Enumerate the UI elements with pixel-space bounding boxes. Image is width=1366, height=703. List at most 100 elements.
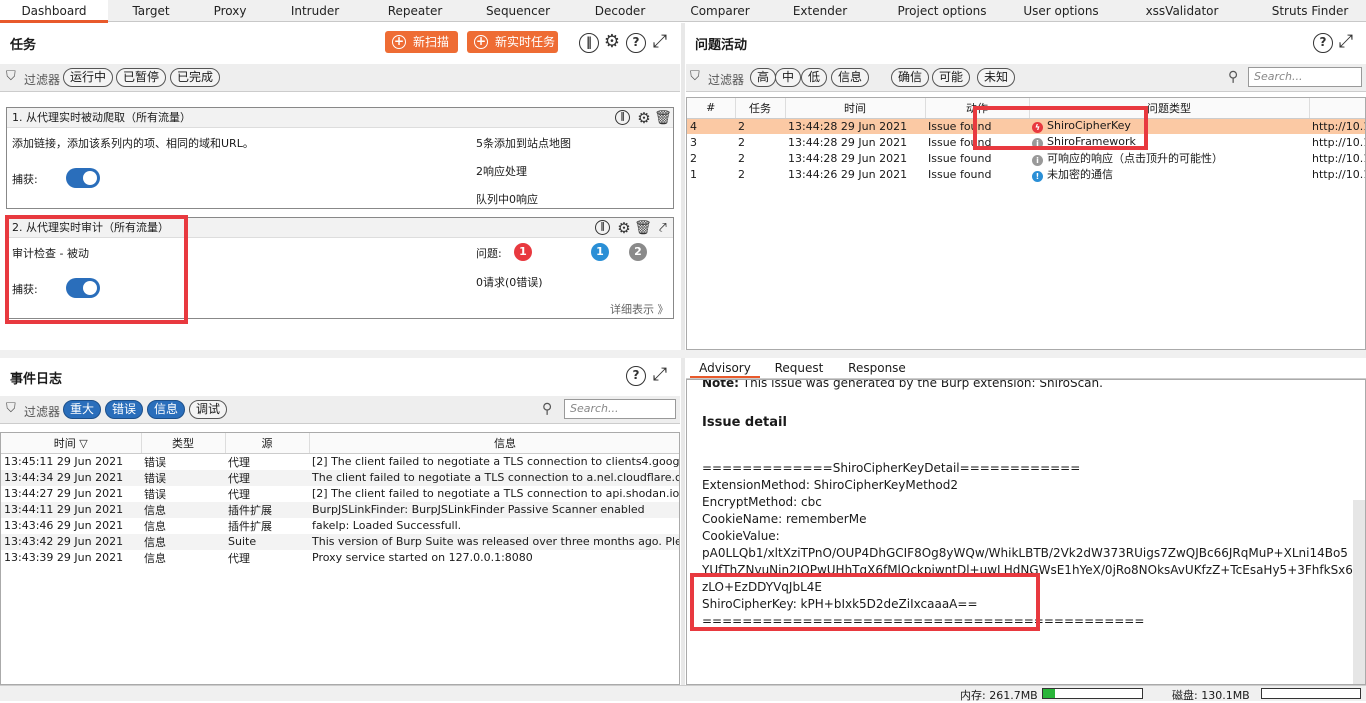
tab-target[interactable]: Target	[108, 0, 194, 22]
event-msg-cell: BurpJSLinkFinder: BurpJSLinkFinder Passi…	[309, 501, 679, 518]
filter-running[interactable]: 运行中	[63, 68, 114, 87]
task-1-capture-toggle[interactable]	[66, 168, 100, 188]
highlight-box-cipherkey	[973, 106, 1148, 150]
event-row[interactable]: 13:43:42 29 Jun 2021 信息 Suite This version …	[1, 533, 679, 550]
highlight-box-task2	[5, 215, 188, 324]
event-row[interactable]: 13:44:27 29 Jun 2021 错误 代理 [2] The client f…	[1, 486, 679, 502]
task-1-description: 添加链接，添加该系列内的项、相同的域和URL。	[12, 137, 254, 150]
issues-col-header[interactable]: #	[687, 98, 736, 119]
pause-icon[interactable]: ‖	[579, 33, 599, 53]
pause-icon[interactable]: ‖	[615, 110, 630, 125]
filter-icon[interactable]: ⛉	[6, 401, 16, 416]
tab-advisory[interactable]: Advisory	[690, 358, 760, 378]
filter-finished[interactable]: 已完成	[170, 68, 221, 87]
help-icon[interactable]: ?	[626, 33, 646, 53]
event-source-cell: 代理	[228, 455, 250, 469]
status-bar: 内存: 261.7MB 磁盘: 130.1MB	[0, 685, 1366, 702]
advisory-scrollbar[interactable]	[1353, 500, 1365, 684]
event-col-header[interactable]: 源	[225, 433, 310, 454]
filter-high[interactable]: 高	[750, 68, 777, 87]
tasks-filter-bar: ⛉ 过滤器 运行中 已暂停 已完成	[0, 64, 680, 92]
highlight-box-cipherkey-value	[690, 573, 1040, 631]
tab-project-options[interactable]: Project options	[870, 0, 1014, 22]
tab-intruder[interactable]: Intruder	[266, 0, 364, 22]
tab-proxy[interactable]: Proxy	[194, 0, 266, 22]
trash-icon[interactable]: 🗑	[633, 218, 653, 238]
filter-low[interactable]: 低	[801, 68, 828, 87]
task-2-details-link[interactable]: 详细表示 》	[610, 301, 669, 317]
filter-info[interactable]: 信息	[831, 68, 870, 87]
issue-row[interactable]: 1 2 13:44:26 29 Jun 2021 Issue found! 未加密的通信…	[687, 166, 1365, 182]
help-icon[interactable]: ?	[1313, 33, 1333, 53]
expand-icon[interactable]: ⤢	[1336, 32, 1356, 52]
issue-count-high[interactable]: 1	[514, 243, 532, 261]
help-icon[interactable]: ?	[626, 366, 646, 386]
event-table-wrap: 时间 ▽ 类型源信息 13:45:11 29 Jun 2021 错误 代理 [2] Th…	[0, 432, 680, 685]
event-header-row: 时间 ▽ 类型源信息	[1, 433, 679, 454]
issues-search-input[interactable]: Search...	[1248, 67, 1362, 87]
filter-icon[interactable]: ⛉	[6, 69, 16, 84]
filter-critical[interactable]: 重大	[63, 400, 102, 419]
event-col-header[interactable]: 时间 ▽	[1, 433, 142, 454]
event-type-cell: 信息	[144, 519, 166, 533]
filter-firm[interactable]: 可能	[932, 68, 971, 87]
new-live-task-button[interactable]: + 新实时任务	[467, 31, 558, 53]
issues-col-header[interactable]: 时间	[785, 98, 926, 119]
filter-info[interactable]: 信息	[147, 400, 186, 419]
plus-icon: +	[392, 34, 406, 49]
tab-sequencer[interactable]: Sequencer	[466, 0, 570, 22]
tab-struts-finder[interactable]: Struts Finder	[1256, 0, 1364, 22]
trash-icon[interactable]: 🗑	[653, 108, 673, 128]
tab-xssvalidator[interactable]: xssValidator	[1108, 0, 1256, 22]
expand-icon[interactable]: ⤢	[650, 32, 670, 52]
event-row[interactable]: 13:43:46 29 Jun 2021 信息 插件扩展 fakeIp: Loaded…	[1, 518, 679, 534]
tab-response[interactable]: Response	[842, 358, 912, 378]
filter-debug[interactable]: 调试	[189, 400, 228, 419]
issues-col-header[interactable]	[1309, 98, 1365, 119]
issue-count-info[interactable]: 1	[591, 243, 609, 261]
task-card-1[interactable]: 1. 从代理实时被动爬取（所有流量） ‖ ⚙ 🗑 添加链接，添加该系列内的项、相…	[6, 107, 674, 209]
gear-icon[interactable]: ⚙	[602, 32, 622, 52]
event-row[interactable]: 13:44:34 29 Jun 2021 错误 代理 The client faile…	[1, 469, 679, 486]
event-col-header[interactable]: 信息	[309, 433, 679, 454]
filter-error[interactable]: 错误	[105, 400, 144, 419]
issue-time-cell: 13:44:28 29 Jun 2021	[785, 118, 925, 134]
filter-paused[interactable]: 已暂停	[116, 68, 167, 87]
event-time-cell: 13:44:27 29 Jun 2021	[4, 487, 124, 500]
issues-col-header[interactable]: 任务	[735, 98, 786, 119]
event-time-cell: 13:44:34 29 Jun 2021	[1, 469, 141, 486]
gear-icon[interactable]: ⚙	[634, 108, 654, 128]
event-type-cell: 错误	[141, 469, 225, 486]
filter-tentative[interactable]: 未知	[977, 68, 1016, 87]
event-col-header[interactable]: 类型	[141, 433, 226, 454]
filter-icon[interactable]: ⛉	[690, 69, 700, 84]
event-row[interactable]: 13:43:39 29 Jun 2021 信息 代理 Proxy service st…	[1, 550, 679, 566]
filter-medium[interactable]: 中	[775, 68, 802, 87]
issue-row[interactable]: 2 2 13:44:28 29 Jun 2021 Issue found i 可响应的响应…	[687, 150, 1365, 166]
issue-detail-heading: Issue detail	[702, 415, 787, 430]
tab-repeater[interactable]: Repeater	[364, 0, 466, 22]
tab-user-options[interactable]: User options	[1014, 0, 1108, 22]
event-row[interactable]: 13:44:11 29 Jun 2021 信息 插件扩展 BurpJSLinkFind…	[1, 501, 679, 518]
new-scan-button[interactable]: + 新扫描	[385, 31, 458, 53]
event-row[interactable]: 13:45:11 29 Jun 2021 错误 代理 [2] The client f…	[1, 453, 679, 470]
tab-extender[interactable]: Extender	[770, 0, 870, 22]
expand-icon[interactable]: ⤢	[650, 365, 670, 385]
event-filter-bar: ⛉ 过滤器 重大 错误 信息 调试 ⚲ Search...	[0, 396, 680, 424]
pause-icon[interactable]: ‖	[595, 220, 610, 235]
issue-type-cell: i 可响应的响应（点击顶升的可能性）	[1029, 150, 1309, 166]
popout-icon[interactable]: ⤤	[653, 218, 673, 238]
gear-icon[interactable]: ⚙	[614, 218, 634, 238]
tab-comparer[interactable]: Comparer	[670, 0, 770, 22]
tab-decoder[interactable]: Decoder	[570, 0, 670, 22]
task-1-stat-queue: 队列中0响应	[476, 193, 538, 206]
pane-divider[interactable]	[0, 350, 1366, 358]
tab-request[interactable]: Request	[766, 358, 832, 378]
issue-num-cell: 1	[690, 167, 697, 181]
filter-certain[interactable]: 确信	[891, 68, 930, 87]
event-search-input[interactable]: Search...	[564, 399, 676, 419]
event-source-cell: 代理	[228, 551, 250, 565]
tab-dashboard[interactable]: Dashboard	[0, 0, 108, 23]
task-1-stat-sitemap: 5条添加到站点地图	[476, 137, 571, 150]
issue-count-other[interactable]: 2	[629, 243, 647, 261]
